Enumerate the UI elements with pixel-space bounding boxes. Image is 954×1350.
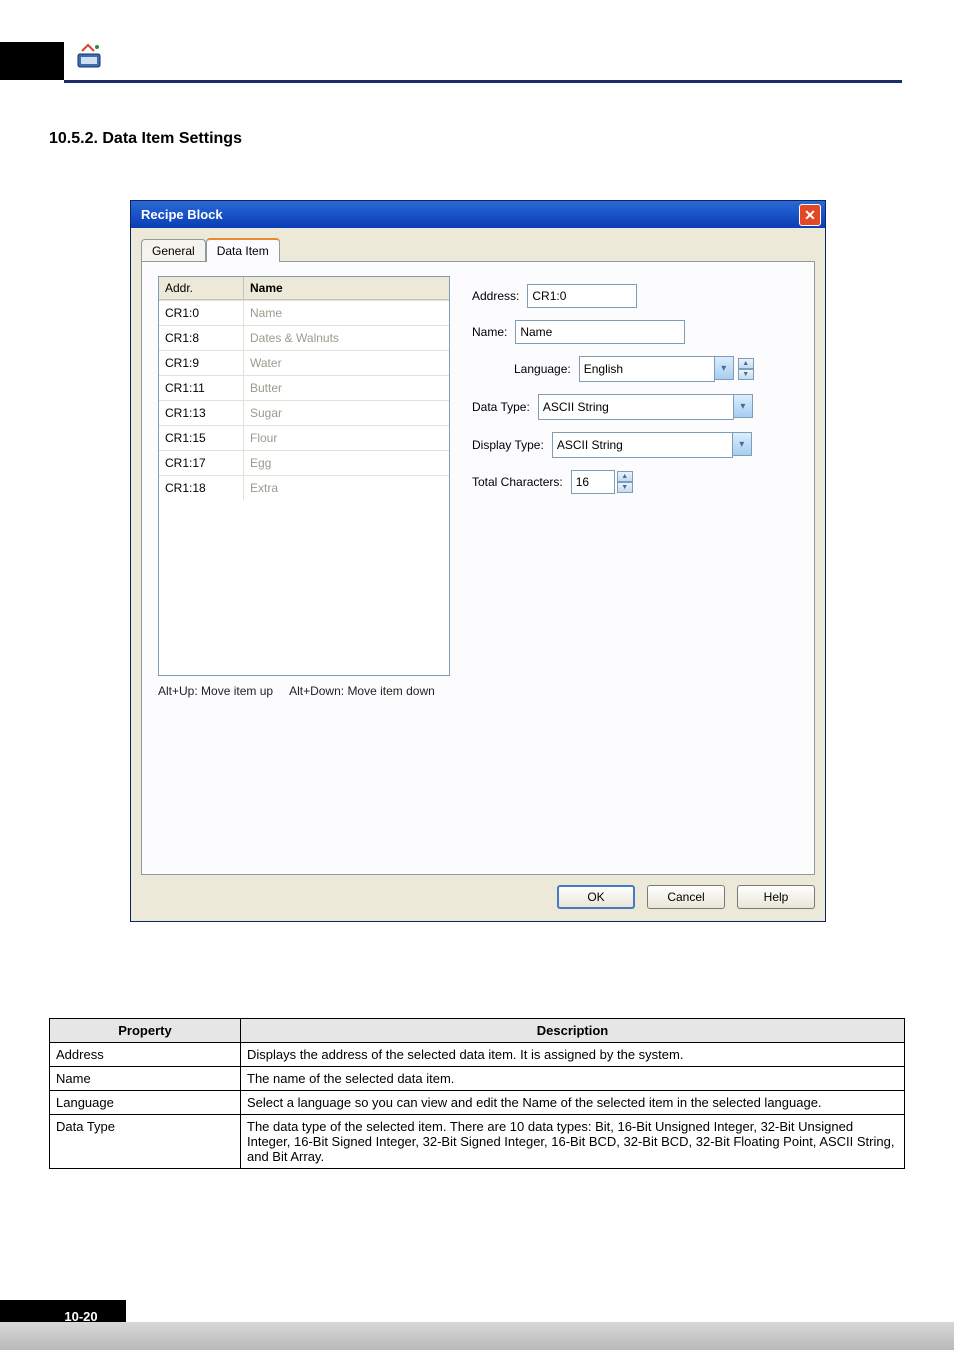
name-field[interactable] [515,320,685,344]
chevron-down-icon[interactable]: ▾ [733,432,752,456]
page-footer [0,1322,954,1350]
list-cell-addr: CR1:11 [159,376,244,400]
table-cell-description: The name of the selected data item. [241,1067,905,1091]
language-index-up[interactable]: ▲ [738,358,754,369]
table-row: Address Displays the address of the sele… [50,1043,905,1067]
list-cell-addr: CR1:8 [159,326,244,350]
chevron-down-icon[interactable]: ▾ [734,394,753,418]
list-cell-addr: CR1:17 [159,451,244,475]
chevron-down-icon[interactable]: ▾ [715,356,734,380]
list-row[interactable]: CR1:11Butter [159,375,449,400]
list-row[interactable]: CR1:17Egg [159,450,449,475]
datatype-select[interactable] [538,394,734,420]
list-cell-addr: CR1:9 [159,351,244,375]
page-header [0,0,954,86]
table-cell-property: Data Type [50,1115,241,1169]
displaytype-label: Display Type: [472,438,544,452]
datatype-label: Data Type: [472,400,530,414]
recipe-block-dialog: Recipe Block ✕ General Data Item Addr. N… [130,200,826,922]
data-item-list[interactable]: Addr. Name CR1:0Name CR1:8Dates & Walnut… [158,276,450,676]
table-cell-description: Select a language so you can view and ed… [241,1091,905,1115]
list-row[interactable]: CR1:9Water [159,350,449,375]
table-header-description: Description [241,1019,905,1043]
cancel-button[interactable]: Cancel [647,885,725,909]
tab-row: General Data Item [141,236,815,262]
list-cell-name: Extra [244,476,449,500]
address-field [527,284,637,308]
list-reorder-hint: Alt+Up: Move item up Alt+Down: Move item… [158,684,435,698]
language-index-down[interactable]: ▼ [738,369,754,380]
help-button[interactable]: Help [737,885,815,909]
list-row[interactable]: CR1:8Dates & Walnuts [159,325,449,350]
close-icon[interactable]: ✕ [799,204,821,226]
dialog-button-row: OK Cancel Help [141,885,815,909]
tab-data-item[interactable]: Data Item [206,238,280,262]
list-header: Addr. Name [159,277,449,300]
table-row: Data Type The data type of the selected … [50,1115,905,1169]
table-cell-description: Displays the address of the selected dat… [241,1043,905,1067]
table-cell-property: Address [50,1043,241,1067]
product-logo-icon [76,42,104,70]
table-header-property: Property [50,1019,241,1043]
tab-general[interactable]: General [141,239,206,262]
table-cell-description: The data type of the selected item. Ther… [241,1115,905,1169]
totalchars-down[interactable]: ▼ [617,482,633,493]
list-cell-name: Butter [244,376,449,400]
header-rule [64,80,902,83]
list-cell-addr: CR1:18 [159,476,244,500]
list-row[interactable]: CR1:0Name [159,300,449,325]
dialog-titlebar: Recipe Block ✕ [131,201,825,228]
list-cell-name: Egg [244,451,449,475]
name-label: Name: [472,325,507,339]
list-row[interactable]: CR1:15Flour [159,425,449,450]
list-cell-name: Sugar [244,401,449,425]
header-black-block [0,42,64,80]
list-row[interactable]: CR1:18Extra [159,475,449,500]
table-row: Language Select a language so you can vi… [50,1091,905,1115]
list-cell-name: Flour [244,426,449,450]
displaytype-select[interactable] [552,432,733,458]
table-cell-property: Language [50,1091,241,1115]
address-label: Address: [472,289,519,303]
totalchars-field[interactable] [571,470,615,494]
list-cell-name: Water [244,351,449,375]
totalchars-up[interactable]: ▲ [617,471,633,482]
list-cell-addr: CR1:13 [159,401,244,425]
hint-down: Alt+Down: Move item down [289,684,435,698]
table-cell-property: Name [50,1067,241,1091]
totalchars-label: Total Characters: [472,475,563,489]
table-row: Name The name of the selected data item. [50,1067,905,1091]
list-row[interactable]: CR1:13Sugar [159,400,449,425]
section-heading: 10.5.2. Data Item Settings [49,130,242,148]
ok-button[interactable]: OK [557,885,635,909]
list-header-addr: Addr. [159,277,244,299]
list-cell-addr: CR1:0 [159,301,244,325]
list-cell-addr: CR1:15 [159,426,244,450]
dialog-title: Recipe Block [135,207,223,222]
list-header-name: Name [244,277,449,299]
language-label: Language: [514,362,571,376]
language-select[interactable] [579,356,715,382]
data-item-form: Address: Name: Language: ▾ ▲ ▼ [472,284,782,506]
tab-panel-data-item: Addr. Name CR1:0Name CR1:8Dates & Walnut… [141,261,815,875]
list-cell-name: Dates & Walnuts [244,326,449,350]
property-description-table: Property Description Address Displays th… [49,1018,905,1169]
hint-up: Alt+Up: Move item up [158,684,273,698]
list-cell-name: Name [244,301,449,325]
